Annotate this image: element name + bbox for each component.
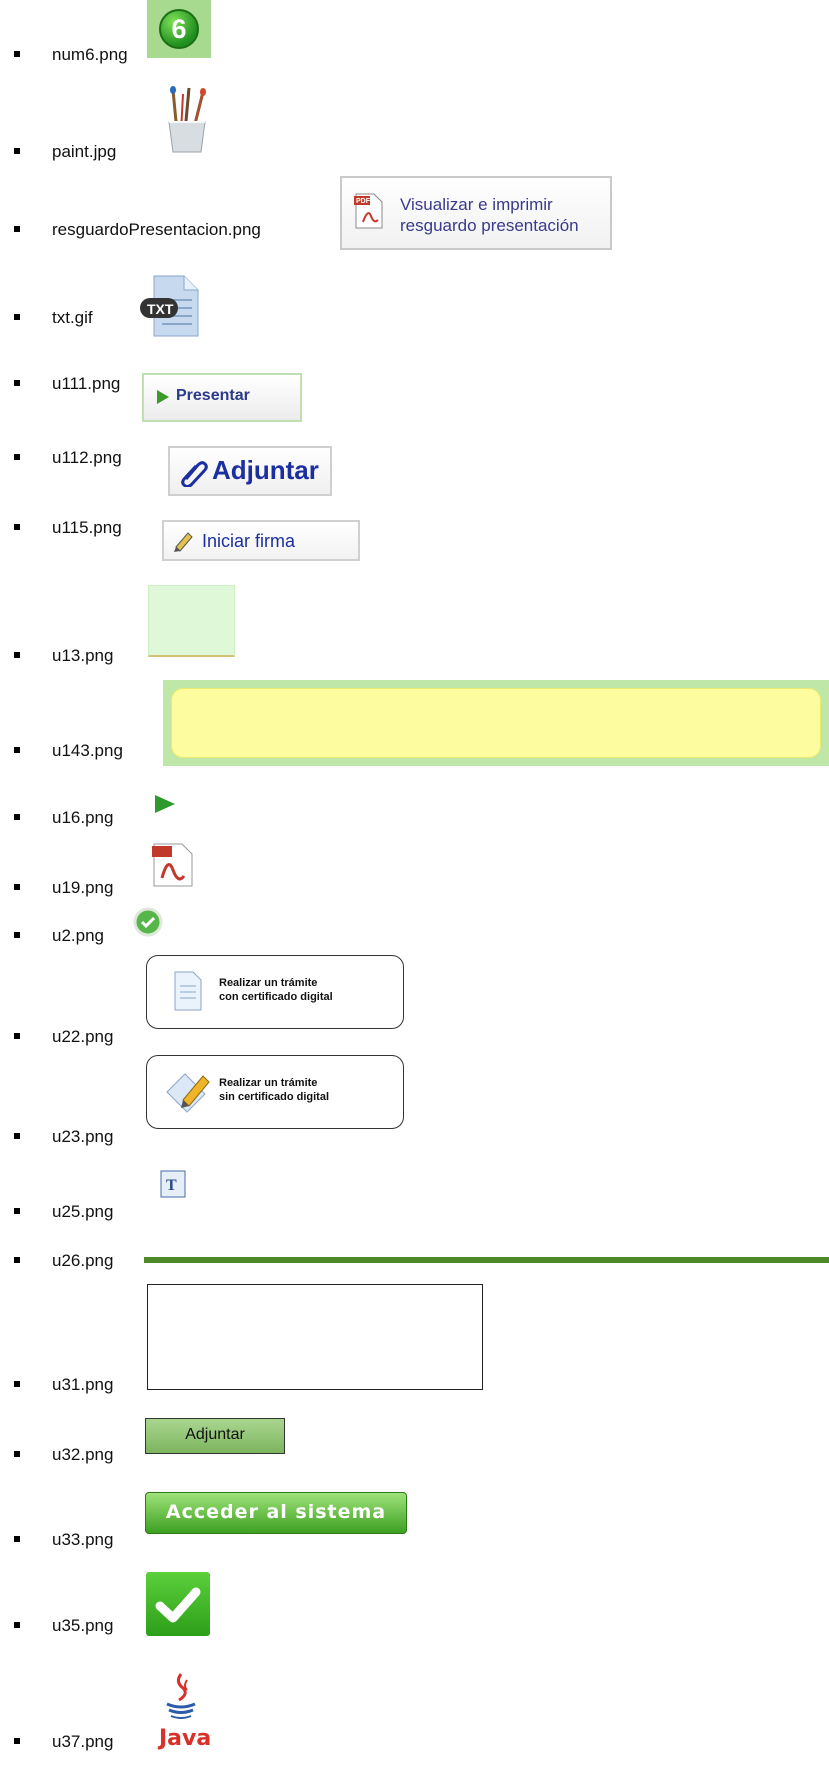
button-text: Iniciar firma — [202, 531, 296, 551]
text-format-icon: T — [160, 1170, 186, 1198]
button-text: Adjuntar — [212, 455, 319, 485]
file-label: txt.gif — [52, 308, 93, 327]
bullet — [14, 932, 20, 938]
bullet — [14, 1451, 20, 1457]
tramite-sin-certificado-button[interactable]: Realizar un trámite sin certificado digi… — [146, 1055, 404, 1129]
svg-text:T: T — [166, 1177, 177, 1194]
file-label: u115.png — [52, 518, 122, 537]
card-text: Realizar un trámite sin certificado digi… — [219, 1076, 329, 1104]
bullet — [14, 652, 20, 658]
paperclip-icon — [181, 461, 208, 487]
bullet — [14, 1208, 20, 1214]
java-logo-text: Java — [159, 1726, 212, 1751]
bullet — [14, 747, 20, 753]
button-text: Acceder al sistema — [165, 1501, 387, 1523]
file-label: resguardoPresentacion.png — [52, 220, 261, 239]
card-text-line2: sin certificado digital — [219, 1091, 330, 1103]
file-label: u22.png — [52, 1027, 114, 1046]
file-label: num6.png — [52, 45, 128, 64]
number-six-icon: 6 — [147, 0, 211, 58]
button-text-line2: resguardo presentación — [400, 216, 579, 235]
bullet — [14, 524, 20, 530]
edit-document-icon — [166, 1073, 210, 1113]
card-text: Realizar un trámite con certificado digi… — [219, 976, 333, 1004]
presentar-button[interactable]: Presentar — [142, 373, 302, 422]
number-six-badge: 6 — [159, 9, 199, 49]
checkmark-icon — [155, 1587, 201, 1623]
bullet — [14, 314, 20, 320]
bullet — [14, 380, 20, 386]
iniciar-firma-button[interactable]: Iniciar firma — [162, 520, 360, 561]
bullet — [14, 1133, 20, 1139]
button-text: Visualizar e imprimir resguardo presenta… — [400, 194, 579, 236]
file-label: u25.png — [52, 1202, 114, 1221]
pdf-icon — [152, 843, 193, 887]
visualizar-resguardo-button[interactable]: PDF Visualizar e imprimir resguardo pres… — [340, 176, 612, 250]
svg-text:PDF: PDF — [356, 198, 371, 205]
bullet — [14, 226, 20, 232]
acceder-sistema-button[interactable]: Acceder al sistema — [145, 1492, 407, 1534]
document-icon — [174, 971, 202, 1011]
button-text: Presentar — [176, 387, 250, 404]
tramite-con-certificado-button[interactable]: Realizar un trámite con certificado digi… — [146, 955, 404, 1029]
file-label: u35.png — [52, 1616, 114, 1635]
bullet — [14, 1033, 20, 1039]
card-text-line1: Realizar un trámite — [219, 977, 318, 989]
bullet — [14, 1381, 20, 1387]
java-logo-icon — [166, 1673, 196, 1719]
empty-bordered-box — [147, 1284, 483, 1390]
card-text-line2: con certificado digital — [219, 991, 333, 1003]
bullet — [14, 51, 20, 57]
green-checkmark-icon — [146, 1572, 210, 1636]
yellow-message-box-image — [163, 680, 829, 766]
bullet — [14, 454, 20, 460]
bullet — [14, 1536, 20, 1542]
file-label: u143.png — [52, 741, 123, 760]
file-label: u111.png — [52, 374, 121, 393]
green-panel-image — [148, 585, 235, 657]
file-label: u23.png — [52, 1127, 114, 1146]
file-label: u13.png — [52, 646, 114, 665]
file-label: u19.png — [52, 878, 114, 897]
bullet — [14, 884, 20, 890]
file-label: u26.png — [52, 1251, 114, 1270]
txt-badge-text: TXT — [147, 301, 174, 317]
play-arrow-icon — [157, 390, 169, 404]
green-arrow-icon — [155, 795, 175, 813]
bullet — [14, 814, 20, 820]
paintbrush-cup-icon — [168, 86, 206, 153]
file-label: u16.png — [52, 808, 114, 827]
adjuntar-button[interactable]: Adjuntar — [168, 446, 332, 496]
card-text-line1: Realizar un trámite — [219, 1077, 318, 1089]
file-label: u37.png — [52, 1732, 114, 1751]
file-label: u31.png — [52, 1375, 114, 1394]
bullet — [14, 1257, 20, 1263]
check-circle-icon — [133, 907, 163, 937]
pdf-icon: PDF — [354, 193, 383, 229]
bullet — [14, 1738, 20, 1744]
file-label: u112.png — [52, 448, 122, 467]
pen-signature-icon — [174, 532, 193, 552]
file-label: u33.png — [52, 1530, 114, 1549]
button-text-line1: Visualizar e imprimir — [400, 195, 553, 214]
yellow-message-box-inner — [171, 688, 821, 758]
bullet — [14, 148, 20, 154]
adjuntar-green-button[interactable]: Adjuntar — [145, 1418, 285, 1454]
file-label: u2.png — [52, 926, 104, 945]
green-divider-line — [144, 1257, 829, 1263]
button-text: Adjuntar — [185, 1426, 245, 1443]
bullet — [14, 1622, 20, 1628]
file-label: paint.jpg — [52, 142, 117, 161]
file-label: u32.png — [52, 1445, 114, 1464]
